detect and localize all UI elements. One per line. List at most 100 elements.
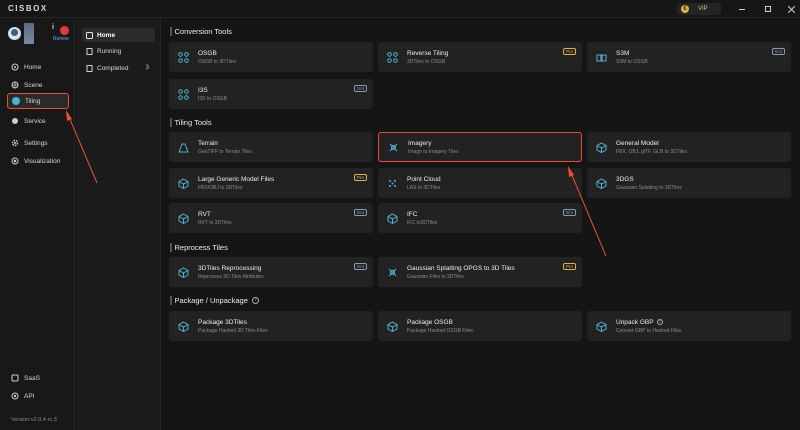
notification-dot [60, 26, 69, 35]
sidebar-item-api[interactable]: API [7, 388, 69, 404]
card-subtitle: RVT to 3DTiles [198, 219, 232, 226]
renew-link[interactable]: Renew [53, 36, 69, 42]
eye-icon [11, 157, 19, 165]
gear-icon [11, 139, 19, 147]
title-bar: CISBOX € VIP [0, 0, 800, 18]
document-icon [86, 47, 93, 55]
card-title: Package 3DTiles [198, 318, 247, 326]
card-package-3dtiles[interactable]: Package 3DTiles Package Hashed 3D Tiles F… [169, 311, 373, 341]
subnav-item-label: Home [97, 31, 116, 39]
section-tiling-tools: Tiling Tools [170, 118, 212, 127]
tiling-icon [12, 97, 20, 105]
nodes-icon [177, 88, 189, 100]
cube-icon [595, 177, 607, 189]
nodes-icon [177, 51, 189, 63]
completed-count: 3 [145, 65, 149, 71]
sidebar-item-tiling[interactable]: Tiling [7, 93, 69, 109]
card-package-osgb[interactable]: Package OSGB Package Hashed OSGB Files [378, 311, 582, 341]
card-title: Package OSGB [407, 318, 453, 326]
card-subtitle: FBX, OBJ, glTF, GLB to 3DTiles [616, 148, 687, 155]
card-title: I3S [198, 86, 208, 94]
ent-badge: Ent [563, 209, 576, 216]
card-subtitle: LAS to 3DTiles [407, 184, 441, 191]
pro-badge: Pro [562, 263, 576, 270]
sidebar-item-visualization[interactable]: Visualization [7, 153, 69, 169]
card-subtitle: Reprocess 3D Tiles Attributes [198, 273, 264, 280]
sidebar-item-home[interactable]: Home [7, 59, 69, 75]
restore-button[interactable] [763, 4, 773, 14]
sidebar-item-service[interactable]: Service [7, 113, 69, 129]
card-rvt[interactable]: RVT RVT to 3DTiles Ent [169, 203, 373, 233]
card-subtitle: Gaussian Splatting to 3DTiles [616, 184, 682, 191]
subnav-item-home[interactable]: Home [82, 28, 155, 42]
card-terrain[interactable]: Terrain GeoTIFF to Terrain Tiles [169, 132, 373, 162]
subnav-item-label: Completed [97, 64, 129, 72]
package-icon [595, 320, 607, 332]
card-subtitle: I3S to OSGB [198, 95, 227, 102]
section-title: Tiling Tools [174, 118, 212, 127]
card-3dtiles-reprocessing[interactable]: 3DTiles Reprocessing Reprocess 3D Tiles A… [169, 257, 373, 287]
card-title: S3M [616, 49, 630, 57]
package-icon [386, 320, 398, 332]
card-unpack-gbp[interactable]: Unpack GBP ? Convert GBP to Hashed Files [587, 311, 791, 341]
card-osgb[interactable]: OSGB OSGB to 3DTiles [169, 42, 373, 72]
card-ifc[interactable]: IFC IFC to3DTiles Ent [378, 203, 582, 233]
subnav-item-completed[interactable]: Completed 3 [82, 61, 155, 75]
section-title: Conversion Tools [174, 27, 232, 36]
vip-button[interactable]: € VIP [677, 3, 721, 15]
card-title: General Model [616, 139, 659, 147]
tiling-subnav: Home Running Completed 3 [76, 18, 161, 430]
terrain-icon [177, 141, 189, 153]
card-general-model[interactable]: General Model FBX, OBJ, glTF, GLB to 3DTi… [587, 132, 791, 162]
card-subtitle: S3M to OSGB [616, 58, 648, 65]
card-large-generic-model[interactable]: Large Generic Model Files FBX/OBJ to 3DTi… [169, 168, 373, 198]
user-card-image [24, 23, 34, 44]
card-title: IFC [407, 210, 418, 218]
user-badge: i [52, 24, 54, 31]
card-i3s[interactable]: I3S I3S to OSGB Ent [169, 79, 373, 109]
minimize-button[interactable] [737, 4, 747, 14]
api-icon [11, 392, 19, 400]
main-content: Conversion Tools OSGB OSGB to 3DTiles Rev… [162, 18, 800, 430]
sidebar-item-label: Tiling [25, 97, 41, 105]
home-icon [11, 63, 19, 71]
card-3dgs[interactable]: 3DGS Gaussian Splatting to 3DTiles [587, 168, 791, 198]
card-subtitle: Convert GBP to Hashed Files [616, 327, 682, 334]
avatar[interactable] [8, 27, 21, 40]
card-imagery[interactable]: Imagery Image to Imagery Tiles [378, 132, 582, 162]
ent-badge: Ent [354, 263, 367, 270]
card-reverse-tiling[interactable]: Reverse Tiling 3DTiles to OSGB Pro [378, 42, 582, 72]
help-icon[interactable]: ? [251, 297, 259, 304]
ent-badge: Ent [354, 85, 367, 92]
cube-icon [386, 212, 398, 224]
card-gaussian-splatting[interactable]: Gaussian Splatting OPGS to 3D Tiles Gauss… [378, 257, 582, 287]
card-point-cloud[interactable]: Point Cloud LAS to 3DTiles [378, 168, 582, 198]
coin-icon: € [681, 5, 689, 13]
app-logo: CISBOX [8, 4, 48, 13]
imagery-icon [387, 141, 399, 153]
subnav-item-label: Running [97, 47, 122, 55]
card-subtitle: OSGB to 3DTiles [198, 58, 237, 65]
card-title: 3DTiles Reprocessing [198, 264, 262, 272]
gaussian-icon [386, 266, 398, 278]
main-sidebar: i Renew Home Scene Tiling Service Settin… [0, 18, 75, 430]
sidebar-item-saas[interactable]: SaaS [7, 370, 69, 386]
card-subtitle: 3DTiles to OSGB [407, 58, 446, 65]
version-label: Version:v2.0.4-rc.3 [11, 417, 57, 423]
close-button[interactable] [786, 4, 796, 14]
sidebar-item-settings[interactable]: Settings [7, 135, 69, 151]
package-icon [177, 320, 189, 332]
point-cloud-icon [386, 177, 398, 189]
card-s3m[interactable]: S3M S3M to OSGB Ent [587, 42, 791, 72]
subnav-item-running[interactable]: Running [82, 44, 155, 58]
cube-icon [177, 212, 189, 224]
help-icon[interactable]: ? [656, 319, 663, 325]
card-title: Terrain [198, 139, 218, 147]
card-title: Gaussian Splatting OPGS to 3D Tiles [407, 264, 515, 272]
section-title: Reprocess Tiles [174, 243, 228, 252]
sidebar-item-scene[interactable]: Scene [7, 77, 69, 93]
ent-badge: Ent [772, 48, 785, 55]
cube-icon [177, 177, 189, 189]
minimize-icon [739, 8, 745, 10]
s3m-icon [595, 51, 607, 63]
